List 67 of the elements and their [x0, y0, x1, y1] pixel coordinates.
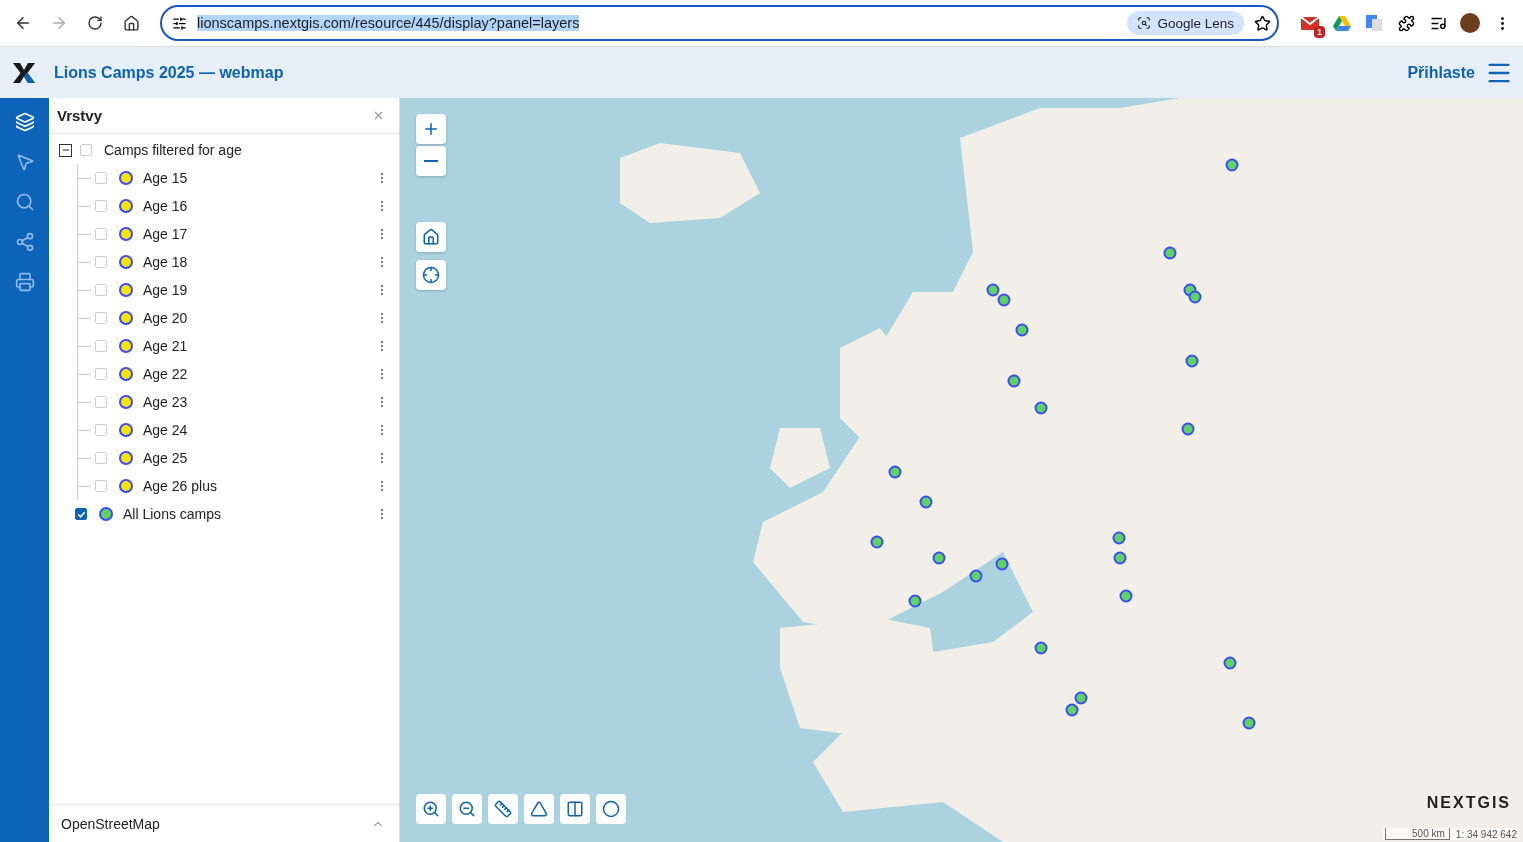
zoom-in-tool[interactable]	[416, 794, 446, 824]
basemap-selector[interactable]: OpenStreetMap	[49, 804, 399, 842]
home-extent-button[interactable]	[416, 222, 446, 252]
layer-name[interactable]: Age 23	[143, 394, 375, 410]
layer-name[interactable]: Age 22	[143, 366, 375, 382]
layer-name[interactable]: Age 25	[143, 450, 375, 466]
zoom-in-button[interactable]	[416, 114, 446, 144]
lens-icon	[1137, 16, 1152, 30]
scale-ratio: 1: 34 942 642	[1455, 829, 1517, 840]
login-link[interactable]: Přihlaste	[1407, 63, 1475, 82]
notification-badge: 1	[1314, 26, 1325, 38]
zoom-out-button[interactable]	[416, 146, 446, 176]
select-icon	[14, 152, 35, 172]
area-measure-tool[interactable]	[524, 794, 554, 824]
split-view-icon	[566, 800, 584, 818]
url-text[interactable]: lionscamps.nextgis.com/resource/445/display?panel=layers	[197, 15, 580, 31]
layer-name[interactable]: All Lions camps	[123, 506, 375, 522]
site-settings-icon[interactable]	[172, 15, 187, 31]
triangle-icon	[530, 800, 548, 818]
home-icon	[122, 14, 140, 32]
checkmark-icon	[76, 509, 86, 519]
profile-avatar[interactable]	[1460, 13, 1480, 33]
layer-checkbox[interactable]	[75, 508, 87, 520]
panel-title: Vrstvy	[57, 107, 104, 124]
translate-extension-icon[interactable]	[1365, 14, 1383, 32]
identify-tool[interactable]	[596, 794, 626, 824]
layer-name[interactable]: Age 17	[143, 226, 375, 242]
forward-arrow-icon	[50, 14, 68, 32]
print-icon	[14, 272, 35, 292]
nextgis-logo: NEXTGIS	[1426, 794, 1511, 812]
home-icon	[422, 228, 440, 246]
zoom-out-icon	[458, 800, 476, 818]
layer-name[interactable]: Age 15	[143, 170, 375, 186]
search-icon	[14, 192, 35, 212]
basemap-name[interactable]: OpenStreetMap	[61, 815, 371, 832]
swipe-tool[interactable]	[560, 794, 590, 824]
reload-icon	[87, 15, 103, 31]
minus-icon	[424, 160, 438, 162]
ruler-tool[interactable]	[488, 794, 518, 824]
extensions-icon[interactable]	[1397, 14, 1415, 32]
layer-name[interactable]: Age 19	[143, 282, 375, 298]
share-icon	[14, 232, 35, 252]
ruler-icon	[494, 800, 512, 818]
close-icon[interactable]	[372, 109, 385, 122]
lens-button[interactable]: Google Lens	[1127, 11, 1244, 35]
layer-name[interactable]: Age 24	[143, 422, 375, 438]
layer-name[interactable]: Age 16	[143, 198, 375, 214]
layer-name[interactable]: Age 21	[143, 338, 375, 354]
layer-name[interactable]: Age 26 plus	[143, 478, 375, 494]
webmap-title: Lions Camps 2025 — webmap	[54, 63, 285, 82]
crosshair-icon	[422, 266, 440, 284]
layer-name[interactable]: Age 20	[143, 310, 375, 326]
drive-extension-icon[interactable]	[1333, 15, 1351, 31]
bookmark-star-icon[interactable]	[1254, 14, 1271, 32]
app-logo-icon	[12, 61, 36, 84]
collapse-toggle[interactable]	[59, 143, 72, 157]
layers-icon	[14, 112, 35, 132]
zoom-in-icon	[422, 800, 440, 818]
layer-name[interactable]: Age 18	[143, 254, 375, 270]
scale-bar: 500 km	[1385, 828, 1450, 840]
circle-icon	[602, 800, 620, 818]
locate-button[interactable]	[416, 260, 446, 290]
layer-name[interactable]: Camps filtered for age	[104, 142, 389, 158]
plus-icon	[422, 120, 440, 138]
mail-extension-icon[interactable]	[1300, 15, 1320, 31]
zoom-out-tool[interactable]	[452, 794, 482, 824]
address-bar[interactable]: lionscamps.nextgis.com/resource/445/display?panel=layers Google Lens	[160, 5, 1279, 41]
